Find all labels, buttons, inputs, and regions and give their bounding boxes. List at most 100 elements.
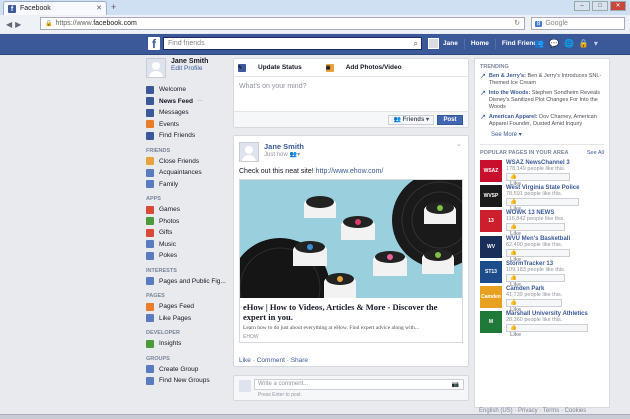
sidebar-item[interactable]: Photos bbox=[146, 216, 232, 228]
sidebar-groups-list: Create Group Find New Groups bbox=[146, 364, 232, 387]
add-photo-tab[interactable]: ▣ Add Photos/Video bbox=[325, 63, 414, 72]
friend-requests-icon[interactable]: 👥 bbox=[534, 39, 544, 48]
sidebar-item[interactable]: Messages bbox=[146, 107, 232, 119]
audience-selector[interactable]: 👥 Friends ▾ bbox=[388, 115, 434, 125]
forward-icon[interactable]: ▶ bbox=[15, 20, 21, 29]
more-icon[interactable]: ··· bbox=[197, 98, 203, 104]
like-page-button[interactable]: 👍 Like bbox=[506, 298, 563, 313]
page-logo[interactable]: 13 bbox=[480, 210, 502, 233]
close-window-icon[interactable]: ✕ bbox=[610, 1, 626, 11]
post-author[interactable]: Jane Smith bbox=[264, 142, 304, 151]
like-page-button[interactable]: 👍 Like bbox=[506, 324, 588, 338]
edit-profile-link[interactable]: Edit Profile bbox=[171, 65, 202, 72]
trending-title[interactable]: Ben & Jerry's: bbox=[489, 73, 526, 79]
sidebar-item[interactable]: Close Friends bbox=[146, 156, 232, 168]
sidebar-item[interactable]: Welcome bbox=[146, 84, 232, 96]
page-logo[interactable]: ST13 bbox=[480, 260, 502, 283]
sidebar-item[interactable]: Gifts bbox=[146, 227, 232, 239]
sidebar-item-label: Close Friends bbox=[159, 157, 200, 165]
sidebar-item[interactable]: Find Friends bbox=[146, 130, 232, 142]
sidebar-item[interactable]: Create Group bbox=[146, 364, 232, 376]
update-status-tab[interactable]: ✎ Update Status bbox=[238, 63, 314, 72]
maximize-icon[interactable]: □ bbox=[592, 1, 608, 11]
new-tab-button[interactable]: + bbox=[111, 2, 116, 12]
sidebar-item-icon bbox=[146, 217, 154, 226]
thumbs-up-icon: 👍 bbox=[510, 249, 517, 256]
trending-item[interactable]: ↗ Ben & Jerry's: Ben & Jerry's Introduces… bbox=[480, 73, 604, 87]
like-page-button[interactable]: 👍 Like bbox=[506, 248, 571, 263]
sidebar-heading-groups[interactable]: GROUPS bbox=[146, 354, 232, 364]
back-icon[interactable]: ◀ bbox=[6, 20, 12, 29]
sidebar-item[interactable]: Acquaintances bbox=[146, 167, 232, 179]
sidebar-item[interactable]: Insights bbox=[146, 338, 232, 350]
search-input[interactable]: Find friends ⌕ bbox=[163, 37, 422, 50]
like-page-button[interactable]: 👍 Like bbox=[506, 273, 566, 288]
status-input[interactable]: What's on your mind? bbox=[234, 77, 468, 96]
privacy-icon[interactable]: 🔒 bbox=[579, 39, 589, 48]
page-logo[interactable]: WSAZ bbox=[480, 160, 502, 182]
post-time[interactable]: Just now bbox=[264, 152, 288, 158]
sidebar-item[interactable]: Pages Feed bbox=[146, 301, 232, 313]
sidebar-item[interactable]: Events bbox=[146, 119, 232, 131]
sidebar-item[interactable]: Games bbox=[146, 204, 232, 216]
link-title[interactable]: eHow | How to Videos, Articles & More - … bbox=[243, 302, 459, 322]
refresh-icon[interactable]: ↻ bbox=[514, 19, 520, 27]
sidebar-heading-pages[interactable]: PAGES bbox=[146, 291, 232, 301]
trending-see-more[interactable]: See More ▾ bbox=[491, 131, 604, 138]
sidebar-item[interactable]: Family bbox=[146, 179, 232, 191]
sidebar-heading-interests[interactable]: INTERESTS bbox=[146, 266, 232, 276]
minimize-icon[interactable]: – bbox=[574, 1, 590, 11]
profile-name[interactable]: Jane Smith bbox=[171, 58, 208, 65]
like-link[interactable]: Like bbox=[239, 357, 251, 364]
story-options-chevron-icon[interactable]: ⌄ bbox=[456, 140, 462, 148]
search-icon[interactable]: ⌕ bbox=[414, 39, 418, 49]
avatar[interactable] bbox=[239, 142, 259, 162]
page-like-count: 78,591 people like this. bbox=[506, 191, 563, 198]
sidebar-item[interactable]: Pokes bbox=[146, 250, 232, 262]
page-logo[interactable]: WVSP bbox=[480, 185, 502, 208]
popular-page-item: ST13 StormTracker 13 109,183 people like t… bbox=[480, 260, 604, 288]
notifications-icon[interactable]: 🌐 bbox=[564, 39, 574, 48]
camera-icon[interactable]: 📷 bbox=[452, 381, 459, 388]
page-name[interactable]: WVU Men's Basketball bbox=[506, 236, 570, 242]
share-link[interactable]: Share bbox=[291, 357, 308, 364]
sidebar-heading-friends[interactable]: FRIENDS bbox=[146, 146, 232, 156]
sidebar-heading-apps[interactable]: APPS bbox=[146, 194, 232, 204]
page-logo[interactable]: Camden bbox=[480, 285, 502, 308]
like-page-button[interactable]: 👍 Like bbox=[506, 223, 565, 237]
messages-icon[interactable]: 💬 bbox=[549, 39, 559, 48]
sidebar-item[interactable]: Music bbox=[146, 239, 232, 251]
like-page-button[interactable]: 👍 Like bbox=[506, 198, 580, 212]
facebook-logo-icon[interactable]: f bbox=[148, 37, 160, 51]
trending-title[interactable]: Into the Woods: bbox=[489, 90, 530, 96]
link-image[interactable] bbox=[240, 180, 462, 298]
comment-link[interactable]: Comment bbox=[257, 357, 285, 364]
browser-tab[interactable]: f Facebook ✕ bbox=[3, 1, 107, 15]
browser-search-box[interactable]: 8 Google bbox=[531, 17, 625, 30]
close-tab-icon[interactable]: ✕ bbox=[96, 4, 102, 12]
link-preview[interactable]: eHow | How to Videos, Articles & More - … bbox=[239, 179, 463, 343]
like-page-button[interactable]: 👍 Like bbox=[506, 173, 570, 187]
sidebar-heading-developer[interactable]: DEVELOPER bbox=[146, 328, 232, 338]
comment-input[interactable]: Write a comment... 📷 bbox=[254, 379, 464, 390]
sidebar-item[interactable]: Like Pages bbox=[146, 313, 232, 325]
sidebar-item[interactable]: Pages and Public Fig... bbox=[146, 276, 232, 288]
trending-title[interactable]: American Apparel: bbox=[489, 114, 538, 120]
avatar[interactable] bbox=[428, 38, 439, 49]
page-logo[interactable]: WV bbox=[480, 235, 502, 258]
avatar[interactable] bbox=[146, 58, 166, 78]
page-logo[interactable]: M bbox=[480, 311, 502, 334]
post-link[interactable]: http://www.ehow.com/ bbox=[316, 168, 384, 175]
see-all-link[interactable]: See All bbox=[587, 150, 604, 156]
post-button[interactable]: Post bbox=[437, 115, 463, 125]
trending-item[interactable]: ↗ Into the Woods: Stephen Sondheim Reveal… bbox=[480, 90, 604, 111]
audience-icon[interactable]: 👥▾ bbox=[290, 152, 300, 158]
home-link[interactable]: Home bbox=[471, 40, 489, 47]
sidebar-item[interactable]: Find New Groups bbox=[146, 375, 232, 387]
address-bar[interactable]: 🔒 https://www. facebook.com ↻ bbox=[40, 17, 525, 30]
profile-header[interactable]: Jane Smith Edit Profile bbox=[146, 58, 232, 84]
profile-link[interactable]: Jane bbox=[443, 40, 458, 47]
trending-item[interactable]: ↗ American Apparel: Dov Charney, American… bbox=[480, 114, 604, 128]
settings-chevron-icon[interactable]: ▾ bbox=[594, 39, 598, 48]
sidebar-item[interactable]: News Feed ··· bbox=[146, 96, 232, 108]
